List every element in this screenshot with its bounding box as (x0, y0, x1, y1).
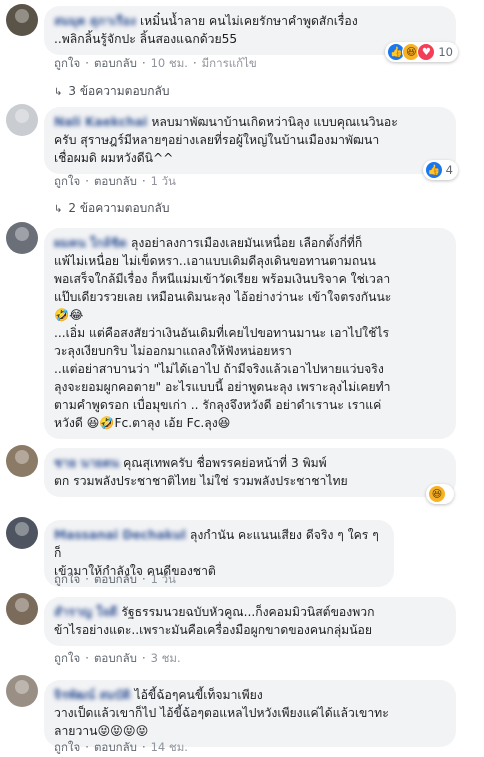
replies-count-label[interactable]: 3 ข้อความตอบกลับ (68, 84, 169, 98)
avatar[interactable] (6, 4, 38, 36)
timestamp[interactable]: 1 วัน (151, 572, 176, 586)
heart-icon: ♥ (417, 43, 436, 61)
reply-link[interactable]: ตอบกลับ (94, 740, 137, 754)
timestamp[interactable]: 14 ชม. (151, 740, 188, 754)
reaction-summary[interactable]: 👍 4 (422, 160, 458, 180)
view-replies[interactable]: ↳ 2 ข้อความตอบกลับ (54, 199, 170, 218)
reply-link[interactable]: ตอบกลับ (94, 651, 137, 665)
reaction-count: 10 (438, 45, 453, 59)
reply-link[interactable]: ตอบกลับ (94, 174, 137, 188)
comment-text: ลุงอย่าลงการเมืองเลยมันเหนื่อย เลือกตั้ง… (54, 236, 392, 430)
like-link[interactable]: ถูกใจ (54, 56, 80, 70)
comment-bubble: Nali Kaekchai หลบมาพัฒนาบ้านเกิดหว่านิลุง… (44, 107, 456, 174)
avatar[interactable] (6, 675, 38, 707)
avatar[interactable] (6, 593, 38, 625)
comment-bubble: ชาย นายตน คุณสุเทพครับ ชื่อพรรคย่อหน้าที่… (44, 448, 456, 497)
comment-actions: ถูกใจ · ตอบกลับ · 10 ชม. · มีการแก้ไข (54, 56, 257, 70)
commenter-name[interactable]: ผมคน ใกล้ชิด (54, 236, 127, 250)
commenter-name[interactable]: สำราญ ใจดี (54, 605, 117, 619)
reply-arrow-icon: ↳ (54, 87, 63, 98)
like-link[interactable]: ถูกใจ (54, 572, 80, 586)
edited-label[interactable]: มีการแก้ไข (202, 56, 257, 70)
like-link[interactable]: ถูกใจ (54, 651, 80, 665)
like-link[interactable]: ถูกใจ (54, 740, 80, 754)
reply-link[interactable]: ตอบกลับ (94, 572, 137, 586)
reaction-summary[interactable]: 😆 (426, 484, 454, 504)
reply-link[interactable]: ตอบกลับ (94, 56, 137, 70)
comment-actions: ถูกใจ · ตอบกลับ · 3 ชม. (54, 651, 181, 665)
comment-actions: ถูกใจ · ตอบกลับ · 1 วัน (54, 174, 176, 188)
comment-actions: ถูกใจ · ตอบกลับ · 1 วัน (54, 572, 176, 586)
comment-bubble: ผมคน ใกล้ชิด ลุงอย่าลงการเมืองเลยมันเหนื่… (44, 228, 456, 439)
like-link[interactable]: ถูกใจ (54, 174, 80, 188)
replies-count-label[interactable]: 2 ข้อความตอบกลับ (68, 201, 169, 215)
view-replies[interactable]: ↳ 3 ข้อความตอบกลับ (54, 82, 170, 101)
comment-bubble: จิรพัฒน์ สมบัติ ไอ้ขี้ฉ้อๆคนขี้เท็จมาเพีย… (44, 680, 456, 747)
reaction-count: 4 (445, 163, 453, 177)
comment-bubble: สำราญ ใจดี รัฐธรรมนวยฉบับหัวคูณ...ก็งคอมม… (44, 597, 456, 646)
commenter-name[interactable]: ชาย นายตน (54, 456, 119, 470)
reaction-summary[interactable]: 👍 😆 ♥ 10 (385, 42, 458, 62)
avatar[interactable] (6, 517, 38, 549)
reply-arrow-icon: ↳ (54, 204, 63, 215)
laughing-face-icon: 😆 (428, 485, 446, 503)
timestamp[interactable]: 10 ชม. (151, 56, 188, 70)
commenter-name[interactable]: สมมุต สุภาเรือง (54, 14, 136, 28)
avatar[interactable] (6, 222, 38, 254)
commenter-name[interactable]: Massanai Dechakul (54, 528, 186, 542)
commenter-name[interactable]: Nali Kaekchai (54, 115, 147, 129)
avatar[interactable] (6, 445, 38, 477)
timestamp[interactable]: 1 วัน (151, 174, 176, 188)
comment-actions: ถูกใจ · ตอบกลับ · 14 ชม. (54, 740, 188, 754)
commenter-name[interactable]: จิรพัฒน์ สมบัติ (54, 688, 130, 702)
thumbs-up-icon: 👍 (424, 161, 443, 179)
avatar[interactable] (6, 104, 38, 136)
timestamp[interactable]: 3 ชม. (151, 651, 181, 665)
